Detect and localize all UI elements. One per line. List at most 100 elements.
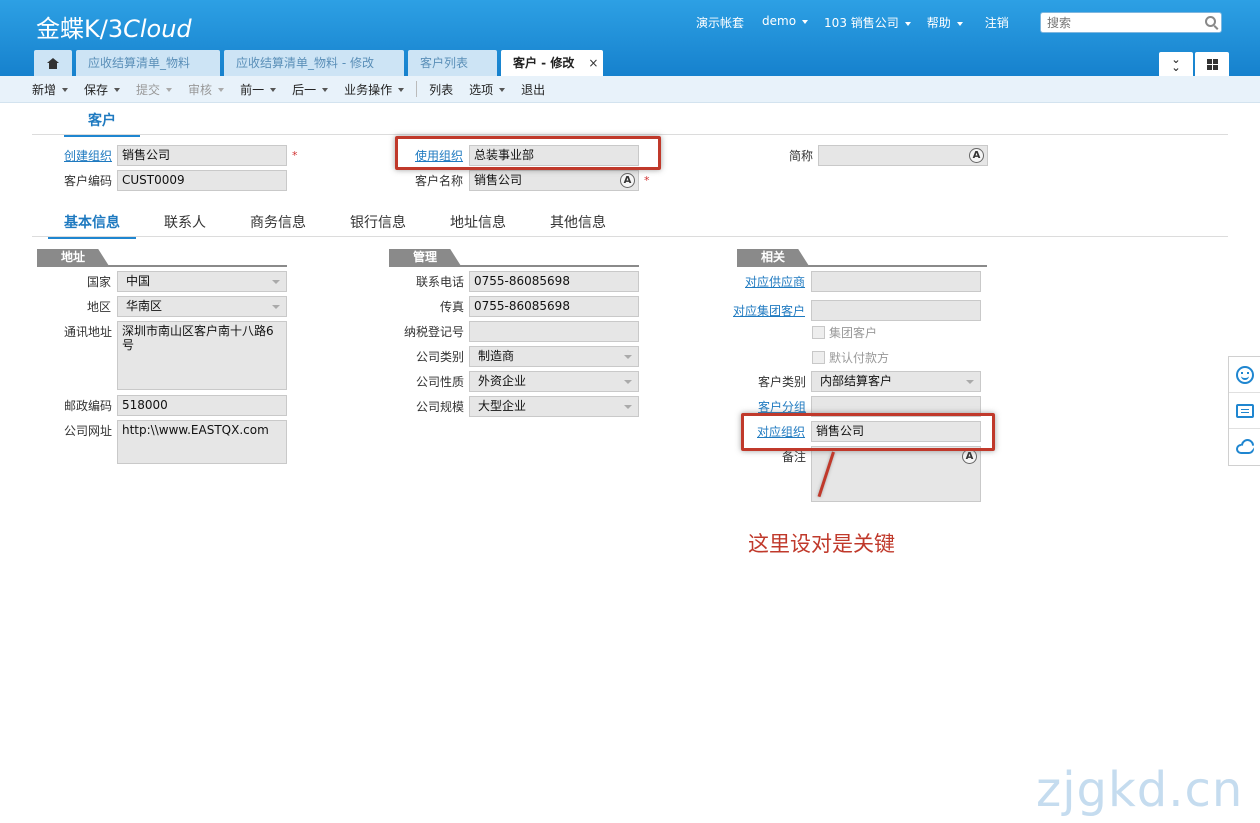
short-name-field[interactable]: A — [818, 145, 988, 166]
phone-field[interactable]: 0755-86085698 — [469, 271, 639, 292]
name-field[interactable]: 销售公司 A — [469, 170, 639, 191]
chevron-down-icon — [966, 380, 974, 384]
chevron-down-icon — [398, 88, 405, 92]
tab-customer-edit[interactable]: 客户 - 修改 × — [501, 50, 603, 76]
phone-label: 联系电话 — [416, 275, 465, 289]
search-icon[interactable] — [1205, 16, 1216, 27]
tab-overflow-button[interactable]: ⌄ ⌄ — [1159, 52, 1193, 76]
close-icon[interactable]: × — [588, 56, 598, 70]
chevron-down-icon — [904, 21, 911, 26]
tab-settlement-material-edit[interactable]: 应收结算清单_物料 - 修改 — [224, 50, 404, 76]
website-textarea[interactable]: http:\\www.EASTQX.com — [117, 420, 287, 464]
fax-label: 传真 — [440, 300, 465, 314]
logout-link[interactable]: 注销 — [985, 14, 1009, 31]
supplier-field[interactable] — [811, 271, 981, 292]
feedback-button[interactable] — [1229, 357, 1260, 393]
address-textarea[interactable]: 深圳市南山区客户南十八路6号 — [117, 321, 287, 390]
group-customer-checkbox[interactable] — [812, 326, 825, 339]
short-name-label: 简称 — [789, 149, 814, 163]
options-button[interactable]: 选项 — [469, 81, 506, 98]
tab-bar: 应收结算清单_物料 应收结算清单_物料 - 修改 客户列表 客户 - 修改 × — [34, 50, 607, 76]
group-customer-checkbox-label: 集团客户 — [829, 326, 878, 340]
create-org-field[interactable]: 销售公司 — [117, 145, 287, 166]
company-nature-select[interactable]: 外资企业 — [469, 371, 639, 392]
default-payer-checkbox[interactable] — [812, 351, 825, 364]
multilang-icon[interactable]: A — [620, 173, 635, 188]
double-chevron-down-icon: ⌄ ⌄ — [1171, 53, 1181, 74]
tab-address-info[interactable]: 地址信息 — [450, 210, 506, 239]
search-input[interactable] — [1041, 13, 1196, 32]
default-payer-checkbox-label: 默认付款方 — [829, 351, 890, 365]
zip-field[interactable]: 518000 — [117, 395, 287, 416]
region-label: 地区 — [87, 300, 112, 314]
demo-account-link[interactable]: 演示帐套 — [696, 14, 744, 31]
tab-contacts[interactable]: 联系人 — [164, 210, 206, 239]
chevron-down-icon — [272, 280, 280, 284]
tab-basic-info[interactable]: 基本信息 — [48, 210, 136, 239]
top-nav: 演示帐套 demo 103 销售公司 帮助 注销 — [696, 14, 1009, 31]
business-ops-button[interactable]: 业务操作 — [344, 81, 405, 98]
required-mark: * — [644, 174, 650, 187]
chevron-down-icon — [218, 88, 225, 92]
org-menu[interactable]: 103 销售公司 — [824, 14, 911, 31]
tax-id-field[interactable] — [469, 321, 639, 342]
tab-home[interactable] — [34, 50, 72, 76]
divider — [32, 236, 1228, 237]
help-menu[interactable]: 帮助 — [927, 14, 963, 31]
address-label: 通讯地址 — [64, 325, 113, 339]
chevron-down-icon — [166, 88, 173, 92]
cloud-icon — [1235, 444, 1254, 454]
smiley-icon — [1235, 365, 1254, 384]
tab-other-info[interactable]: 其他信息 — [550, 210, 606, 239]
chevron-down-icon — [624, 380, 632, 384]
tab-settlement-material[interactable]: 应收结算清单_物料 — [76, 50, 220, 76]
chevron-down-icon — [114, 88, 121, 92]
multilang-icon[interactable]: A — [962, 449, 977, 464]
audit-button[interactable]: 审核 — [188, 81, 225, 98]
company-type-select[interactable]: 制造商 — [469, 346, 639, 367]
customer-type-select[interactable]: 内部结算客户 — [811, 371, 981, 392]
app-grid-button[interactable] — [1195, 52, 1229, 76]
app-header: 金蝶K/3Cloud 演示帐套 demo 103 销售公司 帮助 注销 应收结算… — [0, 0, 1260, 76]
multilang-icon[interactable]: A — [969, 148, 984, 163]
company-scale-select[interactable]: 大型企业 — [469, 396, 639, 417]
chat-icon — [1235, 403, 1254, 418]
divider — [32, 134, 1228, 135]
exit-button[interactable]: 退出 — [521, 81, 545, 98]
user-menu[interactable]: demo — [762, 14, 809, 31]
submit-button[interactable]: 提交 — [136, 81, 173, 98]
next-button[interactable]: 后一 — [292, 81, 329, 98]
save-button[interactable]: 保存 — [84, 81, 121, 98]
home-icon — [47, 57, 59, 69]
chevron-down-icon — [499, 88, 506, 92]
chevron-down-icon — [270, 88, 277, 92]
chevron-down-icon — [624, 405, 632, 409]
fax-field[interactable]: 0755-86085698 — [469, 296, 639, 317]
tax-id-label: 纳税登记号 — [404, 325, 465, 339]
country-select[interactable]: 中国 — [117, 271, 287, 292]
grid-icon — [1206, 58, 1218, 70]
list-button[interactable]: 列表 — [429, 81, 453, 98]
company-nature-label: 公司性质 — [416, 375, 465, 389]
chevron-down-icon — [62, 88, 69, 92]
supplier-label[interactable]: 对应供应商 — [745, 273, 805, 290]
region-select[interactable]: 华南区 — [117, 296, 287, 317]
group-customer-label[interactable]: 对应集团客户 — [733, 302, 805, 319]
watermark: zjgkd.cn — [1036, 762, 1244, 818]
remark-textarea[interactable]: A — [811, 446, 981, 502]
group-customer-field[interactable] — [811, 300, 981, 321]
code-field[interactable]: CUST0009 — [117, 170, 287, 191]
prev-button[interactable]: 前一 — [240, 81, 277, 98]
company-scale-label: 公司规模 — [416, 400, 465, 414]
tab-customer-list[interactable]: 客户列表 — [408, 50, 497, 76]
chevron-down-icon — [956, 21, 963, 26]
cloud-button[interactable] — [1229, 429, 1260, 465]
tab-bank-info[interactable]: 银行信息 — [350, 210, 406, 239]
create-org-label[interactable]: 创建组织 — [64, 147, 112, 164]
customer-type-label: 客户类别 — [758, 375, 807, 389]
country-label: 国家 — [87, 275, 112, 289]
message-button[interactable] — [1229, 393, 1260, 429]
tab-business-info[interactable]: 商务信息 — [250, 210, 306, 239]
chevron-down-icon — [624, 355, 632, 359]
new-button[interactable]: 新增 — [32, 81, 69, 98]
